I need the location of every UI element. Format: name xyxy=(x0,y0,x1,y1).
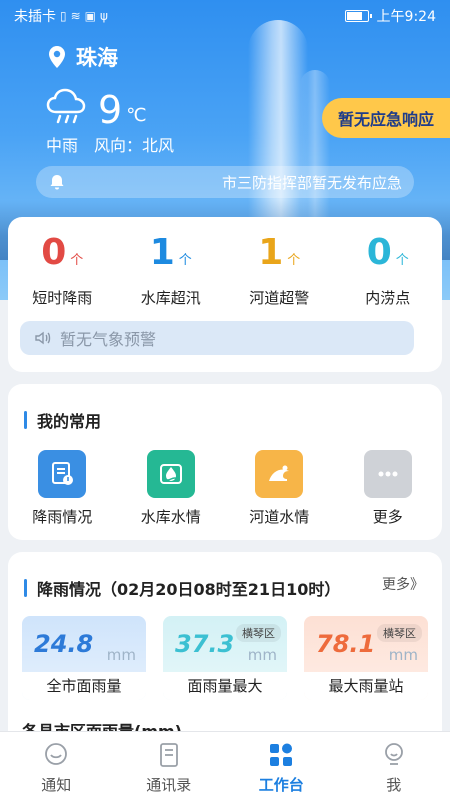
stat-waterlogging[interactable]: 0个 内涝点 xyxy=(338,233,438,308)
rain-report-icon xyxy=(38,450,87,498)
speaker-icon xyxy=(35,331,51,345)
rainfall-more-link[interactable]: 更多》 xyxy=(382,574,424,594)
rain-box-city-area[interactable]: 24.8 mm 全市面雨量 xyxy=(22,616,146,700)
app-notification-icon: ▣ xyxy=(84,9,97,23)
weather-warning-text: 暂无气象预警 xyxy=(60,330,157,349)
chat-bubble-icon xyxy=(45,743,68,765)
clock: 上午9:24 xyxy=(376,9,436,25)
tab-me[interactable]: 我 xyxy=(338,732,450,800)
district-tag: 横琴区 xyxy=(236,624,281,642)
weather-current: 9 ℃ xyxy=(44,86,146,130)
district-tag: 横琴区 xyxy=(377,624,422,642)
weather-condition: 中雨 xyxy=(46,136,79,155)
tab-notifications[interactable]: 通知 xyxy=(0,732,113,800)
notice-marquee[interactable]: 市三防指挥部暂无发布应急 xyxy=(36,166,414,198)
workbench-grid-icon xyxy=(270,743,293,766)
weather-condition-row: 中雨 风向：北风 xyxy=(46,132,174,156)
battery-icon xyxy=(344,10,372,22)
quick-more[interactable]: 更多 xyxy=(338,450,438,527)
tab-contacts[interactable]: 通讯录 xyxy=(113,732,226,800)
more-icon xyxy=(363,450,412,498)
quick-rain-report[interactable]: 降雨情况 xyxy=(12,450,112,527)
bell-icon xyxy=(48,173,66,191)
location-pin-icon xyxy=(48,45,66,69)
carrier-text: 未插卡 xyxy=(14,9,56,25)
profile-icon xyxy=(384,743,403,765)
stat-river-over-warning[interactable]: 1个 河道超警 xyxy=(229,233,329,308)
rain-box-max-station[interactable]: 横琴区 78.1 mm 最大雨量站 xyxy=(304,616,428,700)
temperature-unit: ℃ xyxy=(126,105,147,126)
location[interactable]: 珠海 xyxy=(48,42,118,72)
stat-short-rain[interactable]: 0个 短时降雨 xyxy=(12,233,112,308)
rainfall-card: 降雨情况（02月20日08时至21日10时） 更多》 24.8 mm 全市面雨量… xyxy=(8,552,442,752)
notice-text: 市三防指挥部暂无发布应急 xyxy=(221,173,402,192)
favorites-card: 我的常用 降雨情况 水库水情 河道水情 更多 xyxy=(8,384,442,540)
quick-reservoir[interactable]: 水库水情 xyxy=(121,450,221,527)
emergency-response-button[interactable]: 暂无应急响应 xyxy=(322,98,450,138)
rain-cloud-icon xyxy=(44,86,92,130)
reservoir-icon xyxy=(146,450,195,498)
alert-stats-card: 0个 短时降雨 1个 水库超汛 1个 河道超警 0个 内涝点 暂无气象预警 xyxy=(8,217,442,372)
wind-direction: 风向：北风 xyxy=(94,136,175,155)
temperature: 9 xyxy=(98,88,123,132)
city-name: 珠海 xyxy=(76,46,118,70)
wifi-icon: ≋ xyxy=(70,9,81,23)
rainfall-title: 降雨情况（02月20日08时至21日10时） xyxy=(24,576,340,600)
favorites-title: 我的常用 xyxy=(24,408,101,432)
tab-workbench[interactable]: 工作台 xyxy=(225,732,338,800)
river-icon xyxy=(255,450,304,498)
status-bar: 未插卡 ▯ ≋ ▣ ψ 上午9:24 xyxy=(0,0,450,32)
sim-icon: ▯ xyxy=(60,9,67,23)
usb-icon: ψ xyxy=(100,9,108,23)
quick-river[interactable]: 河道水情 xyxy=(229,450,329,527)
rain-box-max-area[interactable]: 横琴区 37.3 mm 面雨量最大 xyxy=(163,616,287,700)
stat-reservoir-over-flood[interactable]: 1个 水库超汛 xyxy=(121,233,221,308)
address-book-icon xyxy=(159,743,178,767)
bottom-tab-bar: 通知 通讯录 工作台 我 xyxy=(0,731,450,800)
weather-warning-bar[interactable]: 暂无气象预警 xyxy=(20,321,414,355)
